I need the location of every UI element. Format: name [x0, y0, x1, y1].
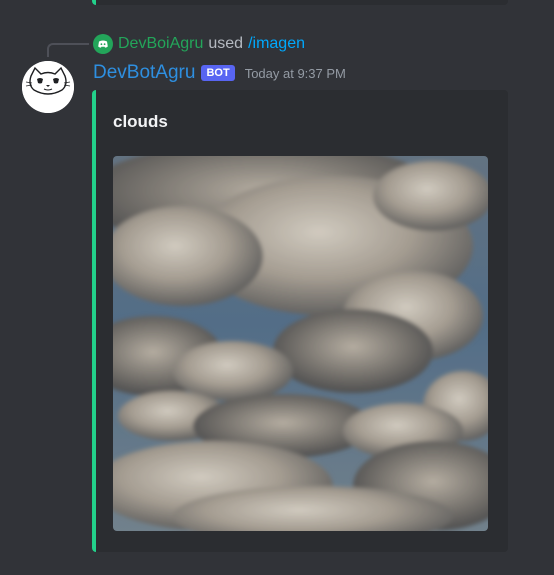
embed-title: clouds [113, 112, 168, 131]
cloudy-sky-image[interactable] [113, 156, 488, 531]
previous-embed-edge [92, 0, 508, 5]
chat-view: DevBoiAgru used /imagen DevBotAgru BOT T… [0, 0, 554, 575]
message-timestamp[interactable]: Today at 9:37 PM [245, 66, 346, 81]
message-header: DevBotAgru BOT Today at 9:37 PM [93, 61, 346, 85]
embed-accent-bar [92, 90, 96, 552]
bot-badge: BOT [201, 65, 235, 81]
interaction-user-name[interactable]: DevBoiAgru [118, 35, 203, 53]
discord-logo-icon [98, 40, 108, 48]
bot-avatar[interactable] [22, 61, 74, 113]
interaction-user-avatar[interactable] [93, 34, 113, 54]
author-name[interactable]: DevBotAgru [93, 62, 195, 84]
embed-card: clouds [92, 90, 508, 552]
reply-spine [47, 43, 89, 57]
interaction-reference[interactable]: DevBoiAgru used /imagen [93, 34, 305, 54]
command-name[interactable]: /imagen [248, 35, 305, 53]
used-text: used [208, 35, 244, 52]
cloud-photo-icon [113, 156, 488, 531]
cat-face-icon [22, 61, 74, 113]
